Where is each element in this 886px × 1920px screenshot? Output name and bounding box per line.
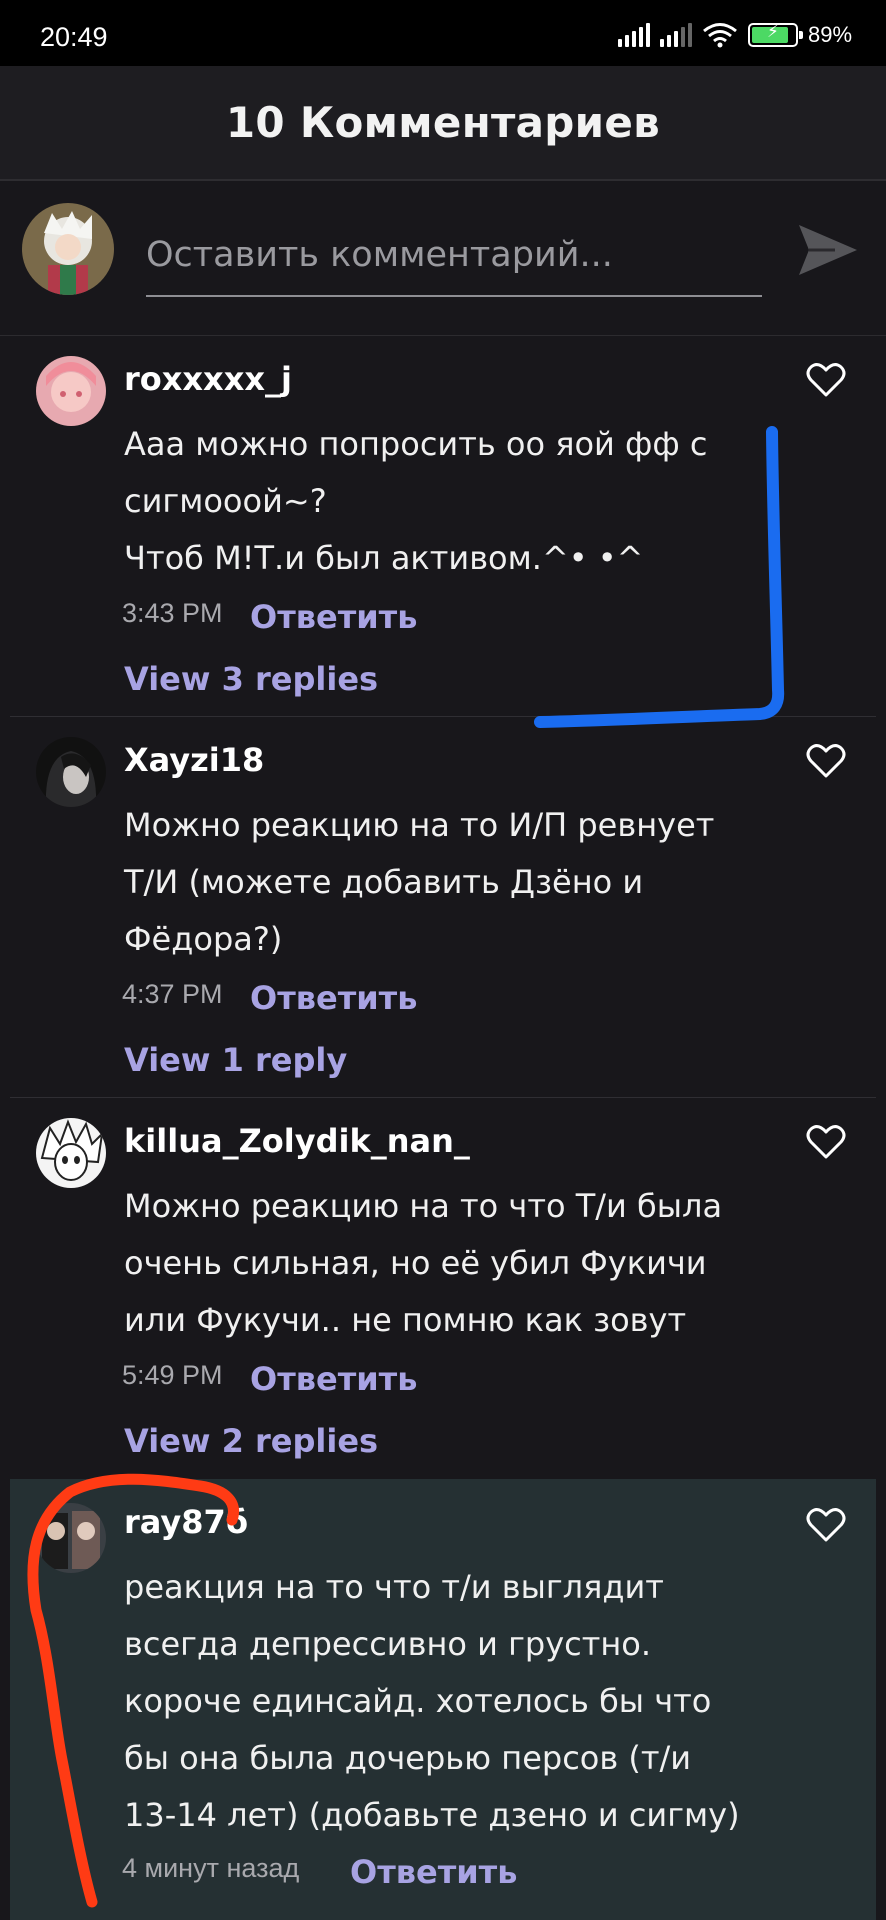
avatar: [22, 203, 114, 295]
battery-percent: 89%: [807, 22, 852, 47]
heart-icon[interactable]: [806, 1507, 846, 1543]
comment-line: очень сильная, но её убил Фукичи: [124, 1244, 707, 1282]
view-replies-link[interactable]: View 2 replies: [124, 1422, 378, 1460]
comment-line: Фёдора?): [124, 920, 283, 958]
comment-line: Можно реакцию на то что Т/и была: [124, 1187, 723, 1225]
comment-username[interactable]: ray87б: [124, 1503, 248, 1541]
comment-line: или Фукучи.. не помню как зовут: [124, 1301, 687, 1339]
avatar: [36, 356, 106, 426]
comment-text: Ааа можно попросить оо яой фф с сигмооой…: [124, 416, 764, 587]
comment-line: сигмооой~?: [124, 482, 327, 520]
avatar: [36, 1503, 106, 1573]
battery-icon: ⚡: [747, 22, 803, 47]
comment-line: бы она была дочерью персов (т/и: [124, 1739, 692, 1777]
view-replies-link[interactable]: View 1 reply: [124, 1041, 347, 1079]
page-title: 10 Комментариев: [225, 98, 661, 147]
reply-button[interactable]: Ответить: [250, 1360, 417, 1398]
comment-input[interactable]: [146, 229, 762, 297]
heart-icon[interactable]: [806, 1124, 846, 1160]
status-bar: 20:49 ⚡ 89%: [0, 0, 886, 66]
comment-text: реакция на то что т/и выглядит всегда де…: [124, 1559, 764, 1844]
view-replies-link[interactable]: View 3 replies: [124, 660, 378, 698]
comment-line: Чтоб М!Т.и был активом.^• •^: [124, 539, 644, 577]
send-icon[interactable]: [795, 217, 861, 283]
comment-composer: [0, 181, 886, 336]
comment-line: короче единсайд. хотелось бы что: [124, 1682, 712, 1720]
wifi-icon: [703, 23, 737, 48]
comment-time: 4 минут назад: [122, 1853, 300, 1883]
reply-button[interactable]: Ответить: [250, 598, 417, 636]
comment-item: roxxxxx_j Ааа можно попросить оо яой фф …: [10, 336, 876, 716]
comment-line: всегда депрессивно и грустно.: [124, 1625, 652, 1663]
avatar: [36, 737, 106, 807]
comment-username[interactable]: roxxxxx_j: [124, 360, 292, 398]
comment-username[interactable]: killua_Zolydik_nan_: [124, 1122, 470, 1160]
comment-line: Можно реакцию на то И/П ревнует: [124, 806, 715, 844]
comment-time: 3:43 PM: [122, 598, 223, 628]
status-icons: ⚡ 89%: [617, 20, 852, 50]
heart-icon[interactable]: [806, 362, 846, 398]
comment-username[interactable]: Xayzi18: [124, 741, 264, 779]
comment-item-highlighted: ray87б реакция на то что т/и выглядит вс…: [10, 1479, 876, 1920]
reply-button[interactable]: Ответить: [250, 979, 417, 1017]
comment-item: Xayzi18 Можно реакцию на то И/П ревнует …: [10, 717, 876, 1097]
comment-line: Т/И (можете добавить Дзёно и: [124, 863, 644, 901]
signal-2-icon: [659, 23, 692, 47]
comment-line: Ааа можно попросить оо яой фф с: [124, 425, 708, 463]
comment-item: killua_Zolydik_nan_ Можно реакцию на то …: [10, 1098, 876, 1478]
comment-line: 13-14 лет) (добавьте дзено и сигму): [124, 1796, 740, 1834]
avatar: [36, 1118, 106, 1188]
comment-time: 5:49 PM: [122, 1360, 223, 1390]
comments-header: 10 Комментариев: [0, 66, 886, 181]
status-time: 20:49: [40, 22, 108, 52]
comment-text: Можно реакцию на то И/П ревнует Т/И (мож…: [124, 797, 764, 968]
comment-line: реакция на то что т/и выглядит: [124, 1568, 664, 1606]
comment-time: 4:37 PM: [122, 979, 223, 1009]
comment-text: Можно реакцию на то что Т/и была очень с…: [124, 1178, 764, 1349]
heart-icon[interactable]: [806, 743, 846, 779]
reply-button[interactable]: Ответить: [350, 1853, 517, 1891]
signal-icon: [617, 23, 650, 47]
